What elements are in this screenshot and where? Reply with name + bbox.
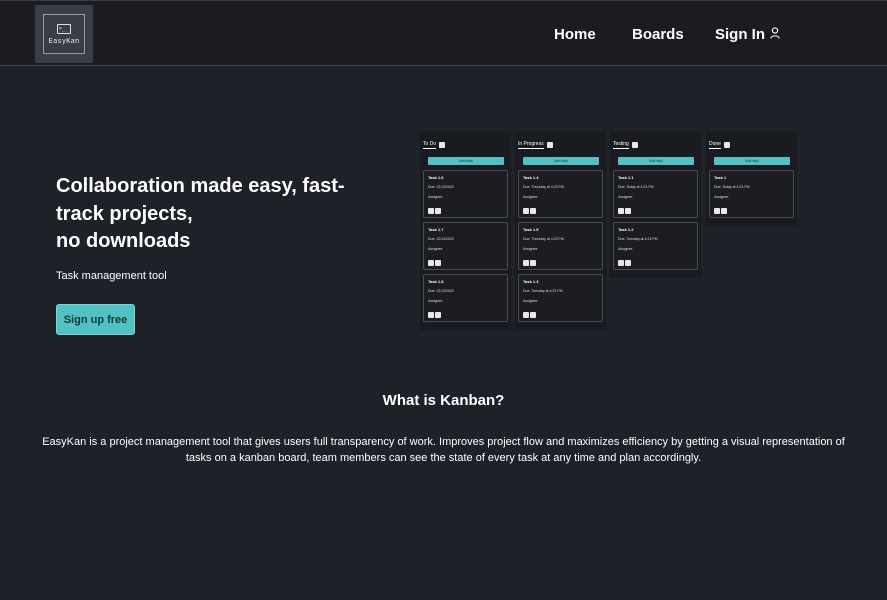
nav-sign-in-link[interactable]: Sign In <box>715 26 765 43</box>
task-assignee: Assignee <box>618 247 633 251</box>
delete-icon <box>530 208 536 214</box>
hero-headline: Collaboration made easy, fast- track pro… <box>56 173 376 256</box>
kanban-board-preview: To Do Add task Task 1.6 Due: 12/13/2022 … <box>420 131 800 331</box>
task-title: Task 1 <box>714 175 727 180</box>
add-task-button: Add task <box>618 157 694 165</box>
task-card: Task 1.3 Due: Tuesday at 4:23 PM Assigne… <box>518 274 603 322</box>
task-due: Due: 12/13/2022 <box>428 237 454 241</box>
task-assignee: Assignee <box>523 299 538 303</box>
section-heading: What is Kanban? <box>382 392 505 409</box>
task-assignee: Assignee <box>714 195 729 199</box>
delete-icon <box>530 312 536 318</box>
task-due: Due: Tuesday at 4:23 PM <box>523 289 563 293</box>
column-title: Done <box>709 141 721 149</box>
column-header: Done <box>709 141 730 149</box>
task-title: Task 1.1 <box>618 175 634 180</box>
logo-frame: >_ EasyKan <box>43 14 85 54</box>
hero-headline-line-3: no downloads <box>56 230 191 252</box>
logo-text: EasyKan <box>48 36 80 45</box>
task-card: Task 1.5 Due: Thursday at 4:23 PM Assign… <box>518 222 603 270</box>
column-title: To Do <box>423 141 437 149</box>
task-assignee: Assignee <box>428 195 443 199</box>
board-column-todo: To Do Add task Task 1.6 Due: 12/13/2022 … <box>420 131 511 330</box>
delete-icon <box>435 208 441 214</box>
edit-icon <box>439 141 446 148</box>
task-due: Due: 12/13/2022 <box>428 289 454 293</box>
delete-icon <box>625 260 631 266</box>
hero-subtitle: Task management tool <box>56 270 167 282</box>
task-card: Task 1.1 Due: Today at 4:23 PM Assignee <box>613 170 698 218</box>
column-title: In Progress <box>518 141 544 149</box>
task-due: Due: Tuesday at 4:23 PM <box>618 237 658 241</box>
section-description: EasyKan is a project management tool tha… <box>42 436 845 464</box>
task-assignee: Assignee <box>428 247 443 251</box>
task-title: Task 1.8 <box>428 279 444 284</box>
delete-icon <box>435 260 441 266</box>
delete-icon <box>530 260 536 266</box>
sign-up-free-button[interactable]: Sign up free <box>56 304 135 335</box>
task-due: Due: Today at 4:23 PM <box>618 185 654 189</box>
column-header: Testing <box>613 141 638 149</box>
delete-icon <box>435 312 441 318</box>
task-title: Task 1.4 <box>523 175 539 180</box>
hero-headline-line-2: track projects, <box>56 202 193 225</box>
nav-boards-link[interactable]: Boards <box>632 26 684 43</box>
task-card: Task 1.7 Due: 12/13/2022 Assignee <box>423 222 508 270</box>
user-icon[interactable] <box>770 27 780 39</box>
edit-icon <box>428 208 434 214</box>
edit-icon <box>723 141 730 148</box>
hero-headline-line-1: Collaboration made easy, fast- <box>56 175 345 197</box>
edit-icon <box>523 260 529 266</box>
board-column-in-progress: In Progress Add task Task 1.4 Due: Thurs… <box>515 131 606 330</box>
add-task-button: Add task <box>714 157 790 165</box>
edit-icon <box>631 141 638 148</box>
column-title: Testing <box>613 141 629 149</box>
delete-icon <box>625 208 631 214</box>
task-card: Task 1 Due: Today at 4:23 PM Assignee <box>709 170 794 218</box>
edit-icon <box>714 208 720 214</box>
column-header: In Progress <box>518 141 553 149</box>
task-title: Task 1.5 <box>523 227 539 232</box>
add-task-button: Add task <box>523 157 599 165</box>
edit-icon <box>428 312 434 318</box>
task-assignee: Assignee <box>428 299 443 303</box>
task-due: Due: Today at 4:23 PM <box>714 185 750 189</box>
terminal-icon: >_ <box>57 23 71 34</box>
easykan-logo[interactable]: >_ EasyKan <box>35 5 93 63</box>
column-header: To Do <box>423 141 446 149</box>
task-card: Task 1.6 Due: 12/13/2022 Assignee <box>423 170 508 218</box>
top-navbar: >_ EasyKan Home Boards Sign In <box>0 0 887 66</box>
task-assignee: Assignee <box>618 195 633 199</box>
edit-icon <box>428 260 434 266</box>
edit-icon <box>618 208 624 214</box>
task-title: Task 1.7 <box>428 227 444 232</box>
task-card: Task 1.4 Due: Thursday at 4:23 PM Assign… <box>518 170 603 218</box>
task-card: Task 1.2 Due: Tuesday at 4:23 PM Assigne… <box>613 222 698 270</box>
board-column-done: Done Add task Task 1 Due: Today at 4:23 … <box>706 131 797 226</box>
delete-icon <box>721 208 727 214</box>
task-title: Task 1.3 <box>523 279 539 284</box>
task-due: Due: Thursday at 4:23 PM <box>523 185 564 189</box>
task-assignee: Assignee <box>523 195 538 199</box>
edit-icon <box>546 141 553 148</box>
task-title: Task 1.2 <box>618 227 634 232</box>
task-assignee: Assignee <box>523 247 538 251</box>
add-task-button: Add task <box>428 157 504 165</box>
edit-icon <box>523 208 529 214</box>
edit-icon <box>523 312 529 318</box>
nav-home-link[interactable]: Home <box>554 26 596 43</box>
task-due: Due: 12/13/2022 <box>428 185 454 189</box>
task-due: Due: Thursday at 4:23 PM <box>523 237 564 241</box>
task-card: Task 1.8 Due: 12/13/2022 Assignee <box>423 274 508 322</box>
board-column-testing: Testing Add task Task 1.1 Due: Today at … <box>610 131 701 278</box>
edit-icon <box>618 260 624 266</box>
task-title: Task 1.6 <box>428 175 444 180</box>
